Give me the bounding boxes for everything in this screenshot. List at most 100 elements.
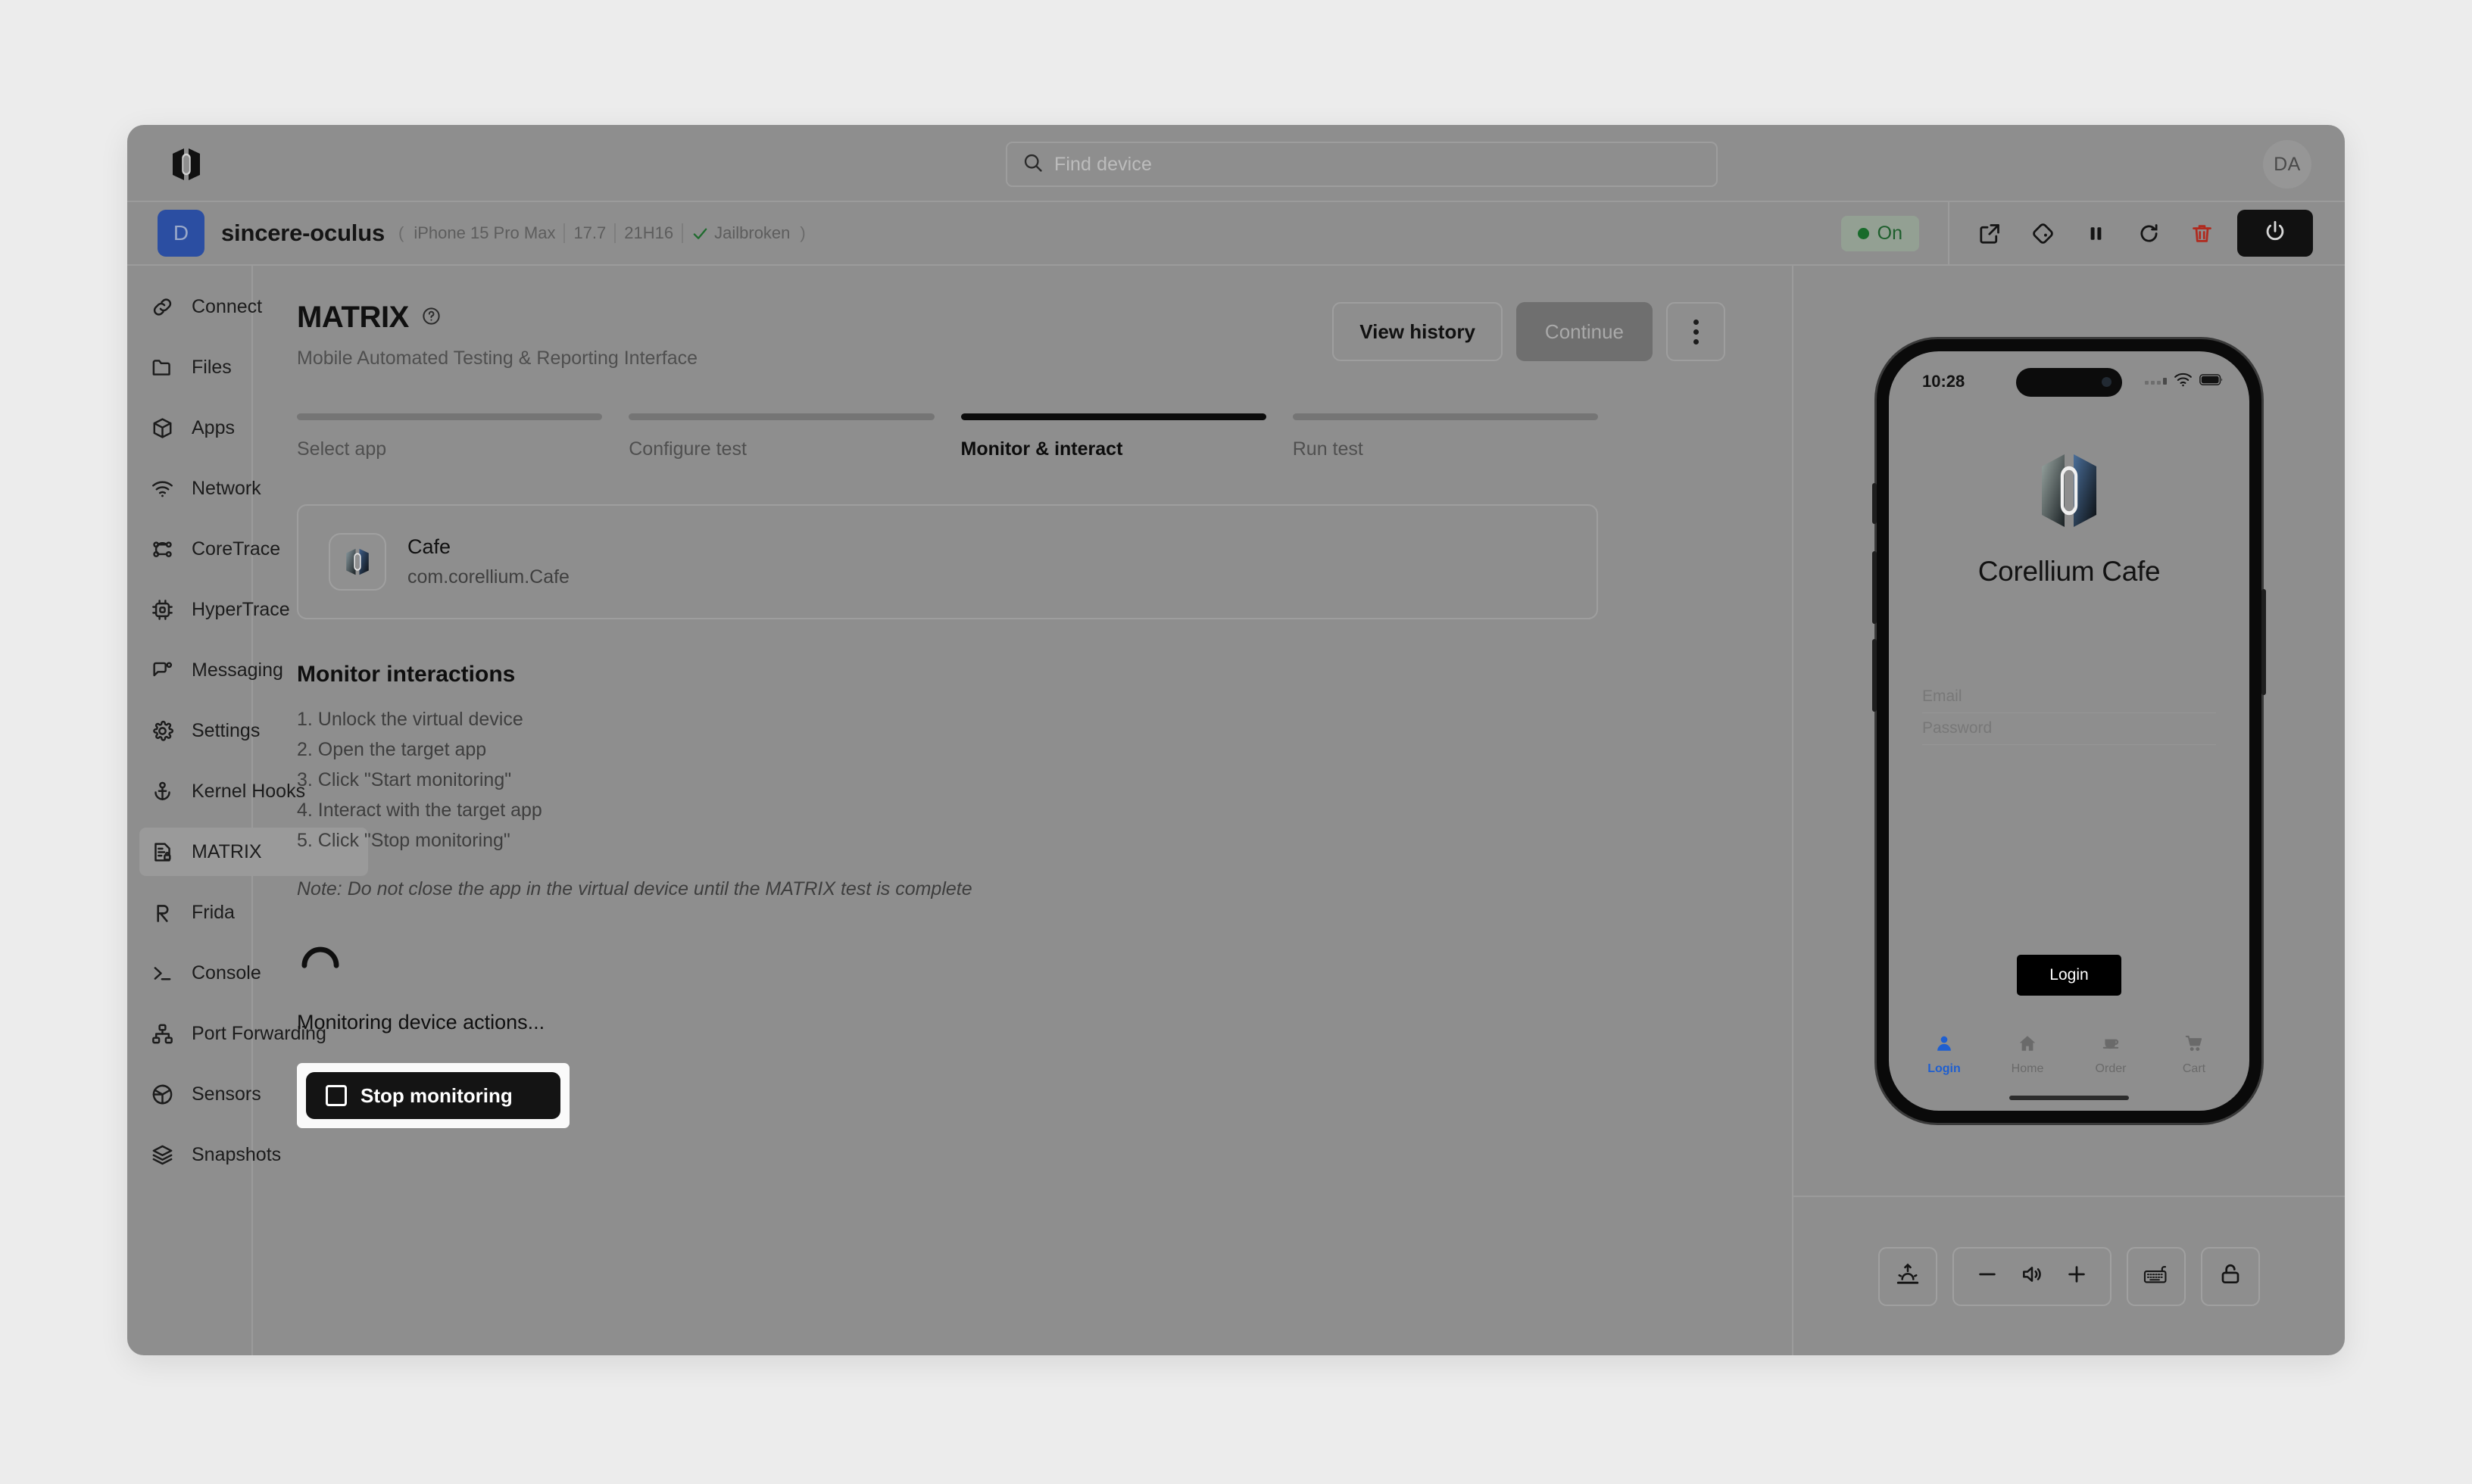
wifi-icon bbox=[2174, 373, 2193, 391]
search-placeholder: Find device bbox=[1054, 153, 1152, 175]
wizard-step-select-app[interactable]: Select app bbox=[297, 413, 603, 460]
device-controls-bar bbox=[1793, 1197, 2345, 1355]
cart-icon bbox=[2184, 1034, 2204, 1057]
aperture-icon bbox=[150, 1082, 175, 1107]
check-icon bbox=[691, 225, 709, 242]
volume-up-button[interactable] bbox=[2065, 1263, 2088, 1289]
login-form: Email Password bbox=[1922, 681, 2216, 745]
step-label: Run test bbox=[1292, 438, 1363, 460]
step-label: Monitor & interact bbox=[960, 438, 1123, 460]
monitor-heading: Monitor interactions bbox=[297, 662, 516, 687]
view-history-button[interactable]: View history bbox=[1332, 302, 1503, 361]
power-hw-button[interactable] bbox=[2261, 588, 2266, 695]
keyboard-button[interactable] bbox=[2127, 1246, 2186, 1306]
more-options-button[interactable] bbox=[1666, 302, 1725, 361]
more-vertical-icon bbox=[1693, 319, 1699, 325]
sidebar-item-label: Connect bbox=[192, 295, 263, 317]
device-badge: D bbox=[158, 210, 204, 257]
wizard-step-monitor-interact[interactable]: Monitor & interact bbox=[960, 413, 1266, 460]
volume-control bbox=[1952, 1246, 2112, 1306]
body: Connect Files Apps Network CoreTrace HyperTra… bbox=[127, 266, 2345, 1355]
page-actions: View history Continue bbox=[1332, 302, 1725, 361]
wizard-step-configure-test[interactable]: Configure test bbox=[629, 413, 935, 460]
app-hero-title: Corellium Cafe bbox=[1977, 555, 2161, 587]
phone-tab-label: Cart bbox=[2182, 1062, 2206, 1075]
device-meta: ( iPhone 15 Pro Max 17.7 21H16 Jailbroke… bbox=[397, 223, 807, 243]
delete-icon[interactable] bbox=[2178, 210, 2225, 257]
link-icon bbox=[150, 295, 175, 320]
sidebar-item-label: Settings bbox=[192, 719, 261, 741]
speaker-icon bbox=[2020, 1262, 2044, 1290]
pause-icon[interactable] bbox=[2072, 210, 2119, 257]
battery-icon bbox=[2199, 373, 2224, 389]
loading-spinner-icon bbox=[297, 934, 344, 980]
volume-down-hw-button[interactable] bbox=[1872, 638, 1877, 712]
screenshot-button[interactable] bbox=[1878, 1246, 1937, 1306]
step-progress-bar bbox=[297, 413, 603, 420]
restart-icon[interactable] bbox=[2125, 210, 2172, 257]
login-button[interactable]: Login bbox=[2017, 954, 2121, 996]
monitor-status-text: Monitoring device actions... bbox=[297, 1011, 545, 1034]
stop-monitoring-button[interactable]: Stop monitoring bbox=[306, 1072, 560, 1119]
phone-tab-home[interactable]: Home bbox=[1990, 1034, 2065, 1076]
selected-app-bundle: com.corellium.Cafe bbox=[407, 566, 570, 588]
selected-app-name: Cafe bbox=[407, 535, 451, 558]
stop-monitoring-highlight: Stop monitoring bbox=[297, 1063, 570, 1128]
folder-icon bbox=[150, 355, 175, 380]
phone-screen[interactable]: 10:28 Corellium Cafe Email Password Logi… bbox=[1889, 351, 2249, 1111]
person-icon bbox=[1934, 1034, 1954, 1057]
rotate-device-icon[interactable] bbox=[2019, 210, 2066, 257]
cellular-icon bbox=[2145, 378, 2167, 385]
help-circle-icon[interactable] bbox=[421, 306, 442, 330]
search-icon bbox=[1022, 152, 1044, 177]
monitor-note: Note: Do not close the app in the virtua… bbox=[297, 878, 972, 899]
wizard-step-run-test[interactable]: Run test bbox=[1292, 413, 1598, 460]
phone-tab-order[interactable]: Order bbox=[2073, 1034, 2149, 1076]
sidebar-item-label: Frida bbox=[192, 901, 235, 923]
monitor-step: 4. Interact with the target app bbox=[297, 800, 542, 821]
sitemap-icon bbox=[150, 1021, 175, 1046]
page-title: MATRIX bbox=[297, 301, 409, 334]
device-name[interactable]: sincere-oculus bbox=[221, 220, 385, 247]
power-icon bbox=[2262, 219, 2288, 248]
chat-icon bbox=[150, 658, 175, 683]
terminal-icon bbox=[150, 961, 175, 986]
step-label: Select app bbox=[297, 438, 387, 460]
avatar[interactable]: DA bbox=[2263, 140, 2311, 189]
more-vertical-icon bbox=[1693, 338, 1699, 344]
selected-app-card[interactable]: Cafe com.corellium.Cafe bbox=[297, 504, 1598, 619]
phone-tab-label: Order bbox=[2095, 1062, 2127, 1075]
layers-icon bbox=[150, 1143, 175, 1168]
search-input[interactable]: Find device bbox=[1006, 142, 1718, 187]
phone-tab-label: Login bbox=[1927, 1062, 1961, 1075]
silence-switch[interactable] bbox=[1872, 482, 1877, 524]
status-badge: On bbox=[1840, 215, 1919, 251]
power-button[interactable] bbox=[2237, 210, 2313, 257]
phone-frame: 10:28 Corellium Cafe Email Password Logi… bbox=[1872, 338, 2266, 1123]
step-progress-bar bbox=[960, 413, 1266, 420]
password-field[interactable]: Password bbox=[1922, 713, 2216, 745]
open-external-icon[interactable] bbox=[1966, 210, 2013, 257]
anchor-icon bbox=[150, 779, 175, 804]
device-header: D sincere-oculus ( iPhone 15 Pro Max 17.… bbox=[127, 202, 2345, 266]
continue-button[interactable]: Continue bbox=[1515, 302, 1653, 361]
avatar-initials: DA bbox=[2274, 153, 2301, 175]
device-badge-letter: D bbox=[173, 221, 189, 245]
wifi-icon bbox=[150, 476, 175, 501]
phone-tab-cart[interactable]: Cart bbox=[2156, 1034, 2232, 1076]
email-field[interactable]: Email bbox=[1922, 681, 2216, 713]
home-indicator[interactable] bbox=[2009, 1095, 2129, 1100]
status-label: On bbox=[1877, 222, 1902, 244]
wizard-stepper: Select app Configure test Monitor & intera… bbox=[297, 413, 1598, 460]
more-vertical-icon bbox=[1693, 329, 1699, 335]
device-actions: On bbox=[1840, 202, 2345, 264]
sidebar-item-label: Console bbox=[192, 962, 261, 984]
lock-button[interactable] bbox=[2201, 1246, 2260, 1306]
coffee-icon bbox=[2101, 1034, 2121, 1057]
volume-down-button[interactable] bbox=[1976, 1263, 1999, 1289]
corellium-logo-icon[interactable] bbox=[165, 143, 208, 186]
top-bar: Find device DA bbox=[127, 125, 2345, 202]
volume-up-hw-button[interactable] bbox=[1872, 550, 1877, 624]
frida-icon bbox=[150, 900, 175, 925]
phone-tab-login[interactable]: Login bbox=[1906, 1034, 1982, 1076]
